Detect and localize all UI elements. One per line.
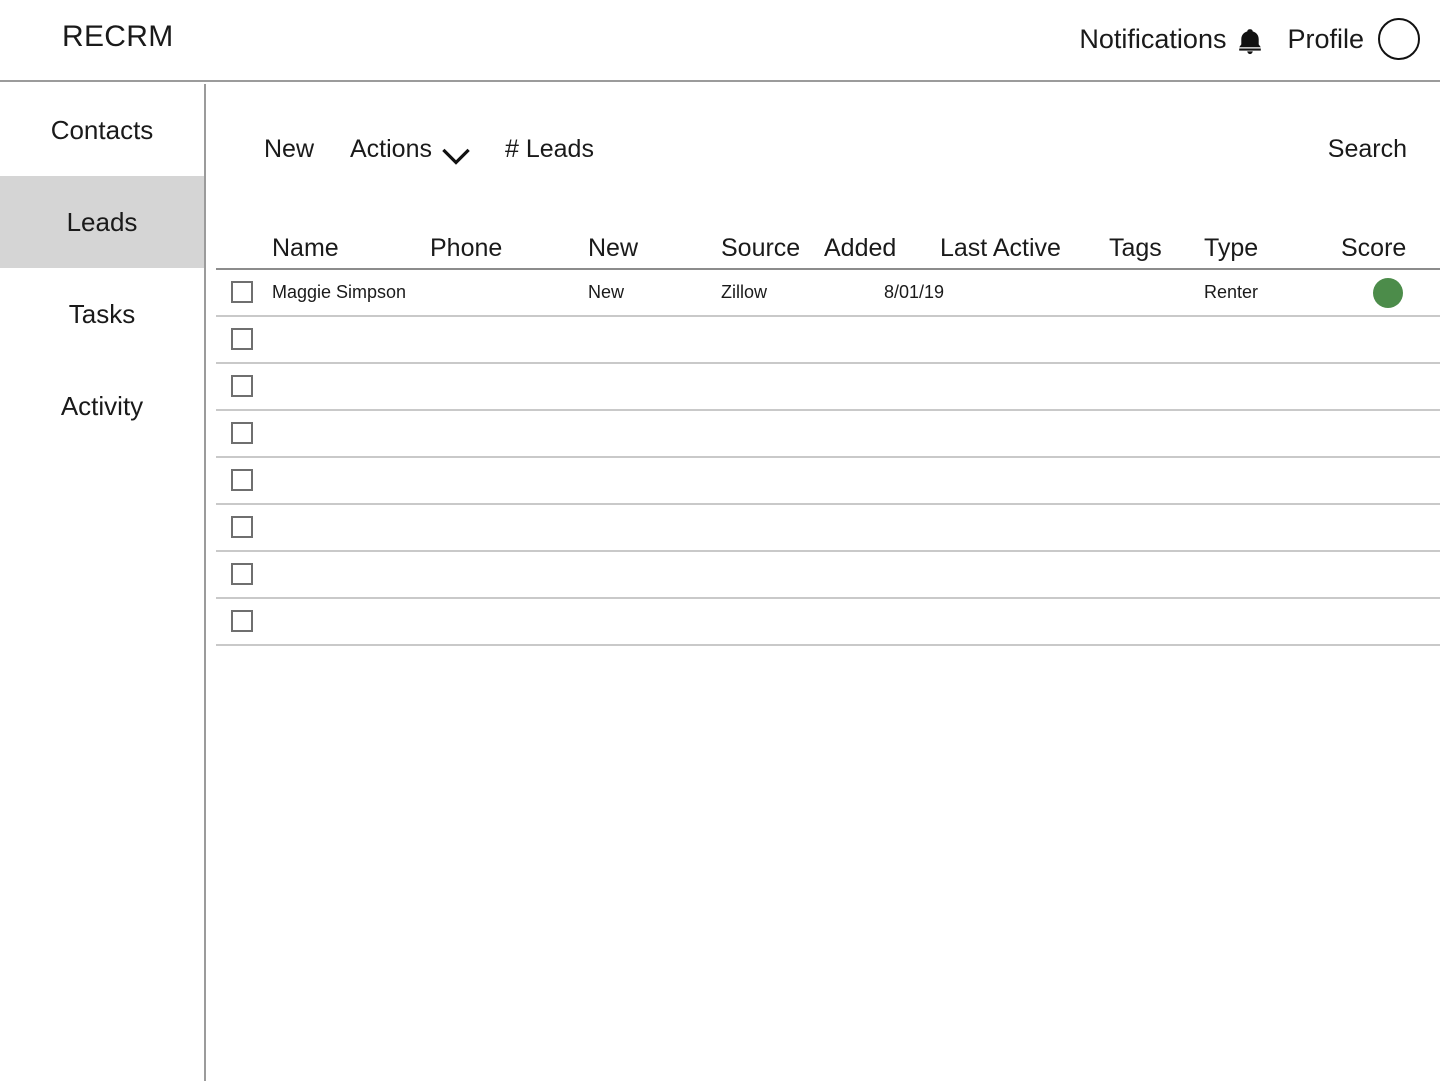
sidebar-item-label: Tasks bbox=[68, 298, 136, 329]
leads-count-label[interactable]: # Leads bbox=[505, 135, 594, 164]
main-content: New Actions # Leads Search Name Phone Ne… bbox=[208, 84, 1440, 1081]
column-header-phone[interactable]: Phone bbox=[430, 234, 502, 263]
bell-icon[interactable] bbox=[1235, 26, 1265, 56]
cell-type: Renter bbox=[1204, 282, 1259, 302]
leads-toolbar: New Actions # Leads Search bbox=[208, 84, 1440, 184]
notifications-label[interactable]: Notifications bbox=[1079, 25, 1226, 53]
column-header-added[interactable]: Added bbox=[824, 234, 896, 263]
avatar[interactable] bbox=[1378, 18, 1420, 60]
actions-dropdown[interactable]: Actions bbox=[350, 135, 470, 165]
table-header-row: Name Phone New Source Added Last Active … bbox=[216, 226, 1440, 270]
column-header-source[interactable]: Source bbox=[721, 234, 800, 263]
table-row[interactable] bbox=[216, 458, 1440, 505]
column-header-tags[interactable]: Tags bbox=[1109, 234, 1162, 263]
sidebar-item-leads[interactable]: Leads bbox=[0, 176, 204, 268]
cell-name: Maggie Simpson bbox=[272, 282, 407, 302]
row-checkbox[interactable] bbox=[231, 516, 253, 538]
profile-label[interactable]: Profile bbox=[1287, 25, 1364, 53]
row-checkbox[interactable] bbox=[231, 469, 253, 491]
sidebar-item-label: Contacts bbox=[50, 114, 154, 145]
header-actions: Notifications Profile bbox=[1079, 18, 1420, 60]
table-row[interactable] bbox=[216, 317, 1440, 364]
cell-added: 8/01/19 bbox=[884, 282, 945, 302]
sidebar-item-contacts[interactable]: Contacts bbox=[0, 84, 204, 176]
column-header-new[interactable]: New bbox=[588, 234, 638, 263]
row-checkbox[interactable] bbox=[231, 563, 253, 585]
column-header-name[interactable]: Name bbox=[272, 234, 339, 263]
sidebar-item-label: Leads bbox=[66, 206, 138, 237]
sidebar-item-activity[interactable]: Activity bbox=[0, 360, 204, 452]
table-row[interactable] bbox=[216, 552, 1440, 599]
new-button[interactable]: New bbox=[264, 135, 314, 164]
sidebar-item-tasks[interactable]: Tasks bbox=[0, 268, 204, 360]
search-button[interactable]: Search bbox=[1328, 135, 1407, 164]
leads-table: Name Phone New Source Added Last Active … bbox=[216, 226, 1440, 646]
actions-label: Actions bbox=[350, 135, 432, 163]
sidebar: Contacts Leads Tasks Activity bbox=[0, 84, 206, 1081]
app-header: RECRM Notifications Profile bbox=[0, 0, 1440, 82]
table-row[interactable] bbox=[216, 599, 1440, 646]
table-row[interactable]: Maggie Simpson New Zillow 8/01/19 Renter bbox=[216, 270, 1440, 317]
sidebar-item-label: Activity bbox=[60, 390, 144, 421]
cell-source: Zillow bbox=[721, 282, 768, 302]
row-checkbox[interactable] bbox=[231, 328, 253, 350]
table-row[interactable] bbox=[216, 364, 1440, 411]
chevron-down-icon bbox=[442, 144, 470, 165]
app-logo[interactable]: RECRM bbox=[62, 20, 174, 54]
cell-new: New bbox=[588, 282, 625, 302]
row-checkbox[interactable] bbox=[231, 610, 253, 632]
table-row[interactable] bbox=[216, 411, 1440, 458]
table-row[interactable] bbox=[216, 505, 1440, 552]
row-checkbox[interactable] bbox=[231, 281, 253, 303]
column-header-score[interactable]: Score bbox=[1341, 234, 1406, 263]
row-checkbox[interactable] bbox=[231, 422, 253, 444]
score-indicator bbox=[1373, 278, 1403, 308]
column-header-type[interactable]: Type bbox=[1204, 234, 1258, 263]
column-header-last-active[interactable]: Last Active bbox=[940, 234, 1061, 263]
row-checkbox[interactable] bbox=[231, 375, 253, 397]
